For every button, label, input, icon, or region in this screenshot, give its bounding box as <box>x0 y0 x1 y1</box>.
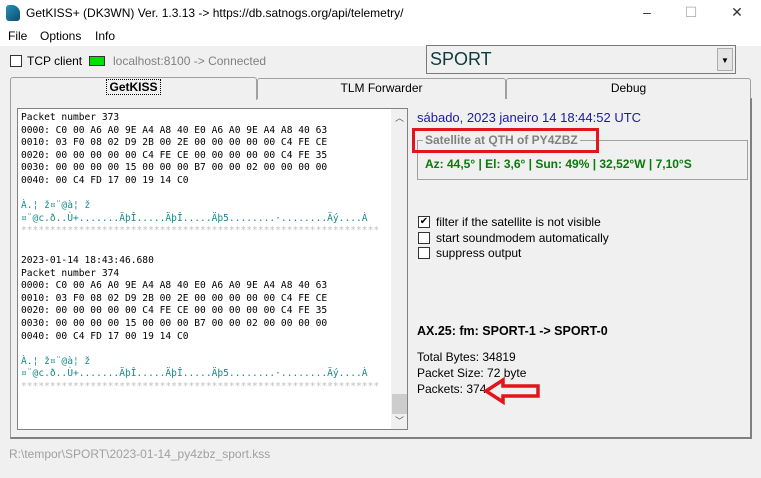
connection-status-text: localhost:8100 -> Connected <box>113 54 267 68</box>
menu-info[interactable]: Info <box>95 29 115 43</box>
log-scrollbar[interactable]: ︿ ﹀ <box>391 109 407 429</box>
log-line: ****************************************… <box>21 380 380 392</box>
tab-getkiss-label: GetKISS <box>106 79 161 95</box>
log-line: 0010: 03 F0 08 02 D9 2B 00 2E 00 00 00 0… <box>21 137 328 149</box>
satellite-group-title: Satellite at QTH of PY4ZBZ <box>423 133 580 147</box>
tab-debug-label: Debug <box>610 81 647 95</box>
start-soundmodem-checkbox[interactable] <box>418 232 430 244</box>
satellite-select[interactable]: SPORT ▼ <box>426 45 736 74</box>
filter-visible-checkbox[interactable]: ✔ <box>418 216 430 228</box>
log-line: 0040: 00 C4 FD 17 00 19 14 C0 <box>21 330 189 342</box>
title-bar: GetKISS+ (DK3WN) Ver. 1.3.13 -> https://… <box>0 0 761 27</box>
window-title: GetKISS+ (DK3WN) Ver. 1.3.13 -> https://… <box>26 6 404 20</box>
log-line: ****************************************… <box>21 225 380 237</box>
log-line: 0030: 00 00 00 00 15 00 00 00 B7 00 00 0… <box>21 317 328 329</box>
log-line: 0010: 03 F0 08 02 D9 2B 00 2E 00 00 00 0… <box>21 292 328 304</box>
log-line: À.¦ ž¤¨@à¦ ž <box>21 355 91 367</box>
minimize-button[interactable]: – <box>632 4 662 24</box>
annotation-arrow-icon <box>483 377 540 405</box>
log-line: ¤¨@c.ð..Ù+.......ÄþÎ.....ÄþÎ.....Äþ5....… <box>21 212 368 224</box>
log-line: Packet number 373 <box>21 112 120 123</box>
packet-log[interactable]: Packet number 373 0000: C0 00 A6 A0 9E A4… <box>17 108 408 430</box>
scrollbar-thumb[interactable] <box>392 394 407 414</box>
log-line: ¤¨@c.ð..Ù+.......ÄþÎ.....ÄþÎ.....Äþ5....… <box>21 368 368 380</box>
log-line: 0020: 00 00 00 00 00 C4 FE CE 00 00 00 0… <box>21 305 328 317</box>
chevron-up-icon[interactable]: ︿ <box>395 111 404 124</box>
packet-log-text: Packet number 373 0000: C0 00 A6 A0 9E A4… <box>21 112 379 393</box>
log-line: 0020: 00 00 00 00 00 C4 FE CE 00 00 00 0… <box>21 149 328 161</box>
tab-getkiss[interactable]: GetKISS <box>10 77 257 100</box>
log-line: 0040: 00 C4 FD 17 00 19 14 C0 <box>21 174 189 186</box>
tcp-client-label: TCP client <box>27 54 83 68</box>
log-line: Packet number 374 <box>21 267 120 279</box>
tcp-client-checkbox[interactable] <box>10 55 22 67</box>
ax25-header: AX.25: fm: SPORT-1 -> SPORT-0 <box>417 324 608 338</box>
tab-debug[interactable]: Debug <box>506 78 751 99</box>
satellite-select-value: SPORT <box>430 49 492 69</box>
suppress-output-label: suppress output <box>436 246 522 260</box>
connection-status-indicator <box>89 56 105 66</box>
suppress-output-checkbox[interactable] <box>418 247 430 259</box>
satellite-position: Az: 44,5° | El: 3,6° | Sun: 49% | 32,52°… <box>425 157 692 171</box>
datetime-utc: sábado, 2023 janeiro 14 18:44:52 UTC <box>417 110 642 125</box>
start-soundmodem-label: start soundmodem automatically <box>436 231 609 245</box>
tab-tlm-forwarder[interactable]: TLM Forwarder <box>257 78 506 99</box>
filter-visible-label: filter if the satellite is not visible <box>436 215 601 229</box>
status-file-path: R:\tempor\SPORT\2023-01-14_py4zbz_sport.… <box>9 447 271 461</box>
log-line: À.¦ ž¤¨@à¦ ž <box>21 200 91 212</box>
log-line: 0000: C0 00 A6 A0 9E A4 A8 40 E0 A6 A0 9… <box>21 280 328 292</box>
packet-count: Packets: 374 <box>417 382 487 396</box>
app-icon <box>6 5 20 21</box>
log-line: 0030: 00 00 00 00 15 00 00 00 B7 00 00 0… <box>21 162 328 174</box>
menu-options[interactable]: Options <box>40 29 81 43</box>
log-line: 0000: C0 00 A6 A0 9E A4 A8 40 E0 A6 A0 9… <box>21 124 328 136</box>
menu-file[interactable]: File <box>8 29 27 43</box>
chevron-down-icon[interactable]: ﹀ <box>395 414 404 427</box>
total-bytes: Total Bytes: 34819 <box>417 350 516 364</box>
close-button[interactable]: ✕ <box>722 4 752 24</box>
log-line: 2023-01-14 18:43:46.680 <box>21 254 154 266</box>
chevron-down-icon[interactable]: ▼ <box>717 48 733 71</box>
maximize-button[interactable]: ☐ <box>676 4 706 24</box>
menu-bar: File Options Info <box>0 27 761 46</box>
tab-tlm-forwarder-label: TLM Forwarder <box>340 81 423 95</box>
